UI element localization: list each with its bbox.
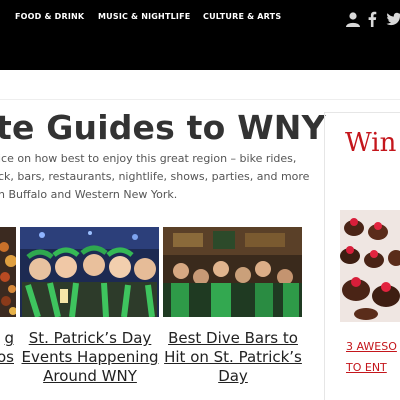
card-title-line: Best Dive Bars to <box>168 329 298 347</box>
card-title-st-patricks-events[interactable]: St. Patrick’s Day Events Happening Aroun… <box>20 329 160 386</box>
nav-music-nightlife[interactable]: MUSIC & NIGHTLIFE <box>98 12 190 21</box>
card-title-line: Hit on St. Patrick’s <box>164 348 302 366</box>
card-title-line: Events Happening <box>21 348 159 366</box>
intro-line: ice on how best to enjoy this great regi… <box>0 152 297 165</box>
user-icon[interactable] <box>345 11 361 32</box>
nav-culture-arts[interactable]: CULTURE & ARTS <box>203 12 281 21</box>
nav-food-drink[interactable]: FOOD & DRINK <box>15 12 84 21</box>
card-image-food[interactable] <box>0 227 16 317</box>
card-title-line: os <box>0 348 14 366</box>
card-title-line: Around WNY <box>43 367 137 385</box>
facebook-icon[interactable] <box>367 11 377 32</box>
intro-text: ice on how best to enjoy this great regi… <box>0 150 310 204</box>
top-navigation-bar: FOOD & DRINK MUSIC & NIGHTLIFE CULTURE &… <box>0 0 400 70</box>
twitter-icon[interactable] <box>386 11 400 32</box>
sidebar-link-line: TO ENT <box>346 361 387 374</box>
card-title-line: g <box>4 329 14 347</box>
sidebar-image-chocolates[interactable] <box>340 210 400 322</box>
card-image-dive-bars[interactable] <box>163 227 302 317</box>
card-title-food[interactable]: g os <box>0 329 14 367</box>
card-title-dive-bars[interactable]: Best Dive Bars to Hit on St. Patrick’s D… <box>163 329 303 386</box>
card-title-line: Day <box>218 367 248 385</box>
sidebar-link-line: 3 AWESO <box>346 340 397 353</box>
page-title: te Guides to WNY <box>0 108 326 147</box>
intro-line: n Buffalo and Western New York. <box>0 188 178 201</box>
secondary-bar <box>0 70 400 100</box>
card-image-st-patricks-events[interactable] <box>20 227 159 317</box>
card-title-line: St. Patrick’s Day <box>28 329 152 347</box>
sidebar-title: Win I <box>345 128 400 158</box>
intro-line: ck, bars, restaurants, nightlife, shows,… <box>0 170 310 183</box>
sidebar-article-link[interactable]: 3 AWESO TO ENT <box>346 336 397 378</box>
